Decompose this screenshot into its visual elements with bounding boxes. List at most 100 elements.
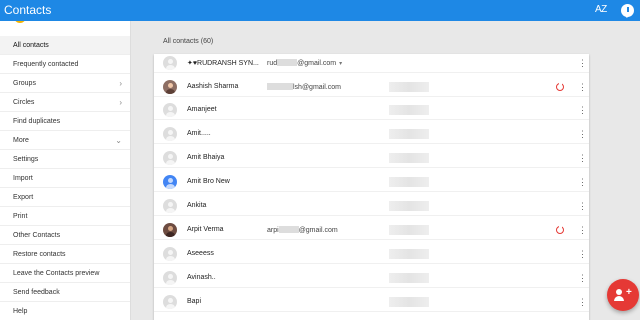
avatar: [163, 295, 177, 309]
sidebar-nav: All contacts Frequently contacted Groups…: [0, 36, 130, 320]
avatar: [163, 56, 177, 70]
sidebar-item-export[interactable]: Export: [0, 188, 130, 207]
chevron-right-icon: ›: [119, 98, 122, 107]
contact-row[interactable]: Bapi ⋮: [154, 293, 589, 312]
sidebar-item-label: Circles: [13, 98, 35, 106]
redacted-phone: [389, 273, 429, 283]
sidebar-item-label: Groups: [13, 79, 36, 87]
contact-row[interactable]: Ankita ⋮: [154, 197, 589, 216]
email-prefix: rud: [267, 60, 278, 67]
more-vert-icon[interactable]: ⋮: [578, 224, 587, 236]
contact-name: ✦♥RUDRANSH SYN...: [187, 60, 259, 67]
sidebar-item-other-contacts[interactable]: Other Contacts: [0, 226, 130, 245]
avatar: [163, 199, 177, 213]
avatar: [163, 80, 177, 94]
chevron-down-icon: ⌄: [115, 136, 122, 145]
sidebar-item-label: Send feedback: [13, 288, 60, 296]
sidebar-item-label: Export: [13, 193, 34, 201]
contact-row[interactable]: Amit Bro New ⋮: [154, 173, 589, 192]
more-vert-icon[interactable]: ⋮: [578, 128, 587, 140]
avatar: [163, 151, 177, 165]
app-bar: Contacts AZ: [0, 0, 640, 21]
more-vert-icon[interactable]: ⋮: [578, 152, 587, 164]
contact-row[interactable]: Aashish Sharma lsh@gmail.com ⋮: [154, 78, 589, 97]
sidebar-item-label: Other Contacts: [13, 231, 61, 239]
email-suffix: @gmail.com: [297, 60, 337, 67]
google-plus-icon[interactable]: [556, 225, 564, 234]
redacted-text: [278, 226, 299, 233]
email-prefix: arpi: [267, 227, 279, 234]
more-vert-icon[interactable]: ⋮: [578, 248, 587, 260]
email-suffix: lsh@gmail.com: [293, 84, 341, 91]
redacted-phone: [389, 153, 429, 163]
sidebar-item-more[interactable]: More ⌄: [0, 131, 130, 150]
redacted-phone: [389, 177, 429, 187]
avatar: [163, 223, 177, 237]
section-title: All contacts (60): [163, 38, 214, 45]
sidebar-item-import[interactable]: Import: [0, 169, 130, 188]
contact-row[interactable]: ✦♥RUDRANSH SYN... rud @gmail.com ▾ ⋮: [154, 54, 589, 73]
contact-row[interactable]: Aseeess ⋮: [154, 245, 589, 264]
more-vert-icon[interactable]: ⋮: [578, 104, 587, 116]
sidebar-item-label: Leave the Contacts preview: [13, 269, 100, 277]
redacted-phone: [389, 297, 429, 307]
sidebar-item-label: Print: [13, 212, 28, 220]
chevron-down-icon[interactable]: ▾: [339, 61, 342, 67]
more-vert-icon[interactable]: ⋮: [578, 296, 587, 308]
more-vert-icon[interactable]: ⋮: [578, 272, 587, 284]
more-vert-icon[interactable]: ⋮: [578, 57, 587, 69]
redacted-text: [277, 59, 298, 66]
sidebar-item-circles[interactable]: Circles ›: [0, 93, 130, 112]
avatar: [163, 271, 177, 285]
sidebar-item-label: Restore contacts: [13, 250, 66, 258]
app-title: Contacts: [4, 3, 52, 17]
add-contact-icon-body: [614, 296, 624, 301]
chat-bubble-icon[interactable]: [621, 4, 634, 18]
contact-name: Amit Bro New: [187, 178, 230, 185]
contact-name: Amit Bhaiya: [187, 154, 225, 161]
sidebar: All contacts Frequently contacted Groups…: [0, 21, 131, 320]
more-vert-icon[interactable]: ⋮: [578, 81, 587, 93]
contact-email[interactable]: rud @gmail.com ▾: [267, 59, 342, 67]
contact-email[interactable]: arpi @gmail.com: [267, 226, 338, 234]
chevron-right-icon: ›: [119, 79, 122, 88]
sidebar-item-find-duplicates[interactable]: Find duplicates: [0, 112, 130, 131]
sidebar-item-label: Import: [13, 174, 33, 182]
contact-row[interactable]: Amanjeet ⋮: [154, 101, 589, 120]
contact-row[interactable]: Amit..... ⋮: [154, 125, 589, 144]
sidebar-item-settings[interactable]: Settings: [0, 150, 130, 169]
contact-name: Aashish Sharma: [187, 83, 239, 90]
sidebar-item-all-contacts[interactable]: All contacts: [0, 36, 130, 55]
sidebar-item-send-feedback[interactable]: Send feedback: [0, 283, 130, 302]
contact-row[interactable]: Avinash.. ⋮: [154, 269, 589, 288]
more-vert-icon[interactable]: ⋮: [578, 176, 587, 188]
contact-name: Avinash..: [187, 274, 216, 281]
sidebar-item-label: Frequently contacted: [13, 60, 79, 68]
more-vert-icon[interactable]: ⋮: [578, 200, 587, 212]
contact-name: Amit.....: [187, 130, 211, 137]
sidebar-item-frequently-contacted[interactable]: Frequently contacted: [0, 55, 130, 74]
sort-az-button[interactable]: AZ: [595, 4, 607, 15]
contact-row[interactable]: Arpit Verma arpi @gmail.com ⋮: [154, 221, 589, 240]
main-content: All contacts (60) ✦♥RUDRANSH SYN... rud @…: [131, 21, 640, 320]
sidebar-item-groups[interactable]: Groups ›: [0, 74, 130, 93]
sidebar-item-help[interactable]: Help: [0, 302, 130, 320]
sidebar-item-print[interactable]: Print: [0, 207, 130, 226]
redacted-text: [267, 83, 293, 90]
sidebar-item-label: Find duplicates: [13, 117, 61, 125]
add-contact-icon: [616, 289, 622, 295]
contact-row[interactable]: Amit Bhaiya ⋮: [154, 149, 589, 168]
avatar: [163, 247, 177, 261]
google-plus-icon[interactable]: [556, 82, 564, 91]
contact-email[interactable]: lsh@gmail.com: [267, 83, 341, 91]
avatar: [163, 103, 177, 117]
email-suffix: @gmail.com: [298, 227, 338, 234]
sidebar-item-label: Settings: [13, 155, 39, 163]
add-contact-button[interactable]: +: [607, 279, 639, 311]
contact-name: Ankita: [187, 202, 207, 209]
sidebar-item-restore-contacts[interactable]: Restore contacts: [0, 245, 130, 264]
contact-name: Arpit Verma: [187, 226, 224, 233]
avatar: [163, 175, 177, 189]
sidebar-item-leave-preview[interactable]: Leave the Contacts preview: [0, 264, 130, 283]
contacts-logo-icon: [14, 21, 26, 23]
